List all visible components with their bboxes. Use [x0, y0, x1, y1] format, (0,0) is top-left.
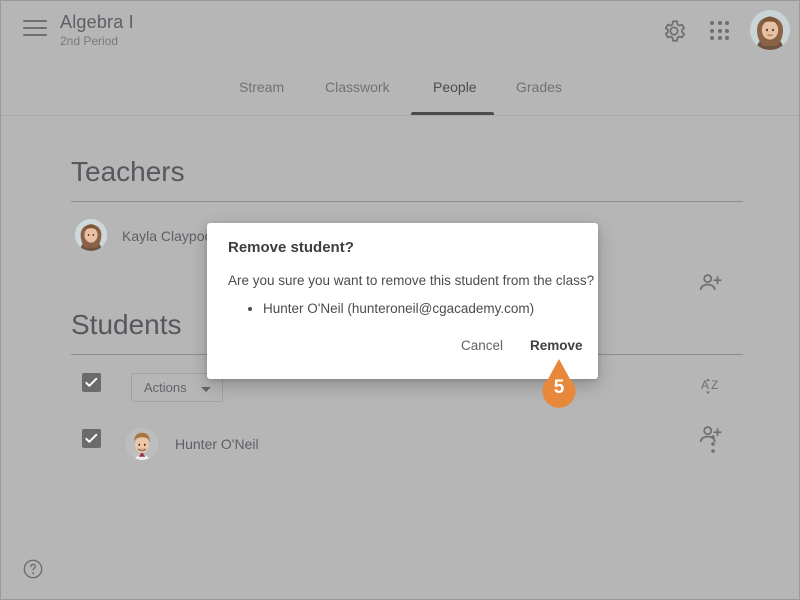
student-row-checkbox[interactable]: [82, 429, 101, 448]
help-circle-icon[interactable]: [22, 558, 44, 580]
student-name: Hunter O'Neil: [175, 436, 259, 452]
sort-az-icon[interactable]: A Z: [700, 373, 724, 402]
apps-grid-icon[interactable]: [708, 19, 732, 43]
dialog-message: Are you sure you want to remove this stu…: [228, 273, 595, 288]
teachers-divider: [71, 201, 743, 202]
page-title: Algebra I: [60, 12, 134, 32]
student-avatar: [126, 428, 158, 460]
avatar[interactable]: [750, 10, 790, 50]
chevron-down-icon: [201, 387, 211, 392]
step-marker-number: 5: [553, 377, 565, 398]
app-window: Algebra I 2nd Period Stream Classwork Pe…: [0, 0, 800, 600]
gear-icon[interactable]: [661, 18, 687, 44]
top-bar: Algebra I 2nd Period: [1, 1, 799, 61]
cancel-button[interactable]: Cancel: [461, 338, 503, 353]
list-item: Hunter O'Neil (hunteroneil@cgacademy.com…: [263, 301, 534, 316]
actions-label: Actions: [144, 380, 187, 395]
hamburger-menu-icon[interactable]: [23, 20, 47, 40]
step-marker-5: 5: [536, 359, 582, 415]
svg-text:Z: Z: [711, 378, 718, 392]
dialog-title: Remove student?: [228, 239, 354, 256]
nav-tabs: Stream Classwork People Grades: [1, 67, 799, 115]
more-vert-icon[interactable]: [704, 432, 722, 461]
invite-teacher-icon[interactable]: [698, 270, 724, 301]
select-all-checkbox[interactable]: [82, 373, 101, 392]
tab-classwork[interactable]: Classwork: [325, 79, 390, 99]
students-heading: Students: [71, 309, 182, 340]
teachers-heading: Teachers: [71, 156, 185, 187]
tab-people[interactable]: People: [433, 79, 477, 99]
remove-student-dialog: Remove student? Are you sure you want to…: [207, 223, 598, 379]
teacher-avatar: [75, 219, 107, 251]
remove-button[interactable]: Remove: [530, 338, 583, 353]
tab-stream[interactable]: Stream: [239, 79, 284, 99]
tab-grades[interactable]: Grades: [516, 79, 562, 99]
class-period-label: 2nd Period: [60, 34, 119, 48]
dialog-student-list: Hunter O'Neil (hunteroneil@cgacademy.com…: [247, 301, 534, 316]
